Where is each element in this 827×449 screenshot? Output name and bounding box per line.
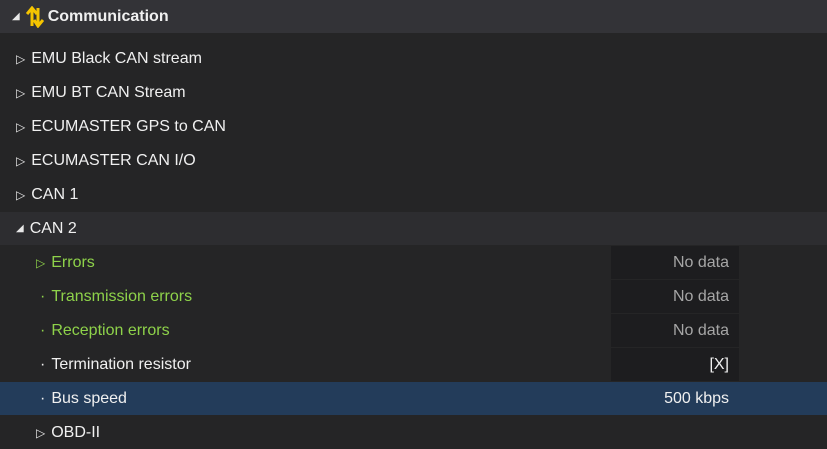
expand-icon[interactable]: ▷: [16, 154, 25, 168]
tree-node-ecumaster-can-io[interactable]: ▷ ECUMASTER CAN I/O: [0, 144, 827, 177]
collapse-icon[interactable]: ◢: [12, 11, 20, 22]
tree-node-emu-black-can-stream[interactable]: ▷ EMU Black CAN stream: [0, 42, 827, 75]
bullet-icon: ·: [40, 321, 46, 339]
tree-node-emu-bt-can-stream[interactable]: ▷ EMU BT CAN Stream: [0, 76, 827, 109]
tree-node-label: CAN 1: [31, 185, 79, 203]
tree-node-obd-ii[interactable]: ▷ OBD-II: [0, 416, 827, 449]
property-value: No data: [611, 280, 739, 313]
property-value[interactable]: [X]: [611, 348, 739, 381]
tree-node-label: EMU BT CAN Stream: [31, 83, 186, 101]
property-value: No data: [611, 246, 739, 279]
tree-node-label: ECUMASTER GPS to CAN: [31, 117, 226, 135]
tree-node-communication[interactable]: ◢ Communication: [0, 0, 827, 33]
tree-node-label: Reception errors: [51, 321, 170, 339]
expand-icon[interactable]: ▷: [36, 426, 45, 440]
tree-node-reception-errors[interactable]: · Reception errors No data: [0, 314, 827, 347]
bullet-icon: ·: [40, 355, 46, 373]
tree-node-errors[interactable]: ▷ Errors No data: [0, 246, 827, 279]
tree-node-label: Termination resistor: [51, 355, 191, 373]
expand-icon[interactable]: ▷: [16, 188, 25, 202]
tree-node-label: CAN 2: [29, 219, 77, 237]
tree-node-bus-speed[interactable]: · Bus speed 500 kbps: [0, 382, 827, 415]
tree-node-label: Communication: [47, 7, 169, 25]
collapse-icon[interactable]: ◢: [16, 223, 24, 234]
expand-icon[interactable]: ▷: [16, 86, 25, 100]
tree-view: ◢ Communication ▷ EMU Black CAN stream ▷…: [0, 0, 827, 443]
tree-node-termination-resistor[interactable]: · Termination resistor [X]: [0, 348, 827, 381]
expand-icon[interactable]: ▷: [16, 52, 25, 66]
communication-arrows-icon: [25, 5, 44, 29]
tree-node-label: ECUMASTER CAN I/O: [31, 151, 196, 169]
tree-node-label: Bus speed: [51, 389, 127, 407]
tree-node-ecumaster-gps-to-can[interactable]: ▷ ECUMASTER GPS to CAN: [0, 110, 827, 143]
tree-node-label: EMU Black CAN stream: [31, 49, 202, 67]
expand-icon[interactable]: ▷: [16, 120, 25, 134]
tree-node-label: Errors: [51, 253, 95, 271]
expand-icon[interactable]: ▷: [36, 256, 45, 270]
bullet-icon: ·: [40, 389, 46, 407]
tree-node-can-1[interactable]: ▷ CAN 1: [0, 178, 827, 211]
tree-node-label: Transmission errors: [51, 287, 193, 305]
bullet-icon: ·: [40, 287, 46, 305]
property-value[interactable]: 500 kbps: [611, 382, 739, 415]
property-value: No data: [611, 314, 739, 347]
tree-node-label: OBD-II: [51, 423, 101, 441]
tree-node-can-2[interactable]: ◢ CAN 2: [0, 212, 827, 245]
tree-node-transmission-errors[interactable]: · Transmission errors No data: [0, 280, 827, 313]
